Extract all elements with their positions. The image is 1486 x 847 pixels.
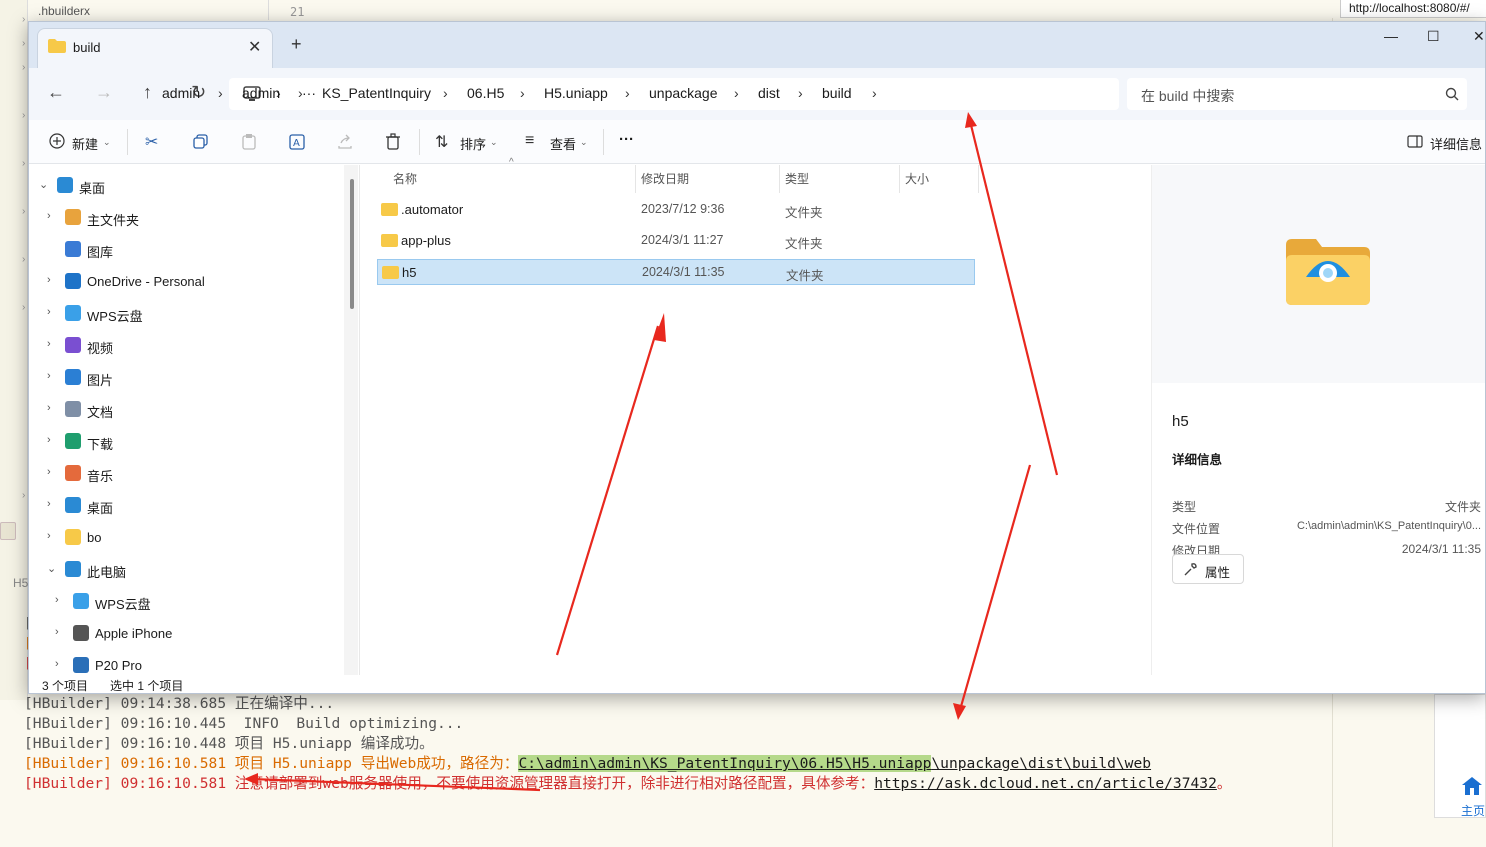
red-arrow-up-to-address [965,112,1059,476]
red-arrow-up-to-h5 [555,313,666,656]
annotation-arrows [244,112,1059,792]
red-arrow-down-to-console [953,464,1032,720]
red-arrow-left-to-path [244,773,541,792]
